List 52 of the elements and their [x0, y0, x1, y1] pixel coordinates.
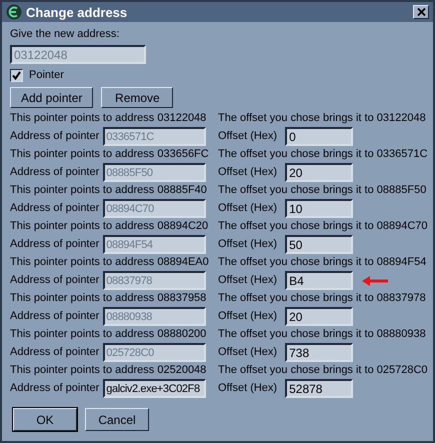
- offset-result-text: The offset you chose brings it to 08885F50: [218, 184, 426, 197]
- points-to-text: This pointer points to address 08880200: [10, 328, 208, 341]
- points-to-text: This pointer points to address 08894C20: [10, 220, 210, 233]
- offset-result-text: The offset you chose brings it to 03122048: [218, 112, 426, 125]
- dialog-button[interactable]: OK: [13, 408, 77, 431]
- field-label: Offset (Hex): [218, 382, 278, 395]
- toolbar-button[interactable]: Remove: [101, 87, 174, 108]
- field-label: Address of pointer: [10, 166, 100, 179]
- field-label: Address of pointer: [10, 346, 100, 359]
- points-to-text: This pointer points to address 08885F40: [10, 184, 208, 197]
- field-label: Address of pointer: [10, 202, 100, 215]
- field-label: Offset (Hex): [218, 202, 278, 215]
- offset-field[interactable]: B4: [285, 271, 354, 290]
- pointer-address-field[interactable]: galciv2.exe+3C02F8: [103, 379, 206, 398]
- points-to-text: This pointer points to address 02520048: [10, 364, 208, 377]
- offset-result-text: The offset you chose brings it to 0336571C: [218, 148, 428, 161]
- field-label: Offset (Hex): [218, 130, 278, 143]
- points-to-text: This pointer points to address 03122048: [10, 112, 208, 125]
- offset-result-text: The offset you chose brings it to 08894F54: [218, 256, 426, 269]
- offset-field[interactable]: 50: [285, 235, 354, 254]
- app-logo-icon: [6, 4, 22, 20]
- offset-result-text: The offset you chose brings it to 08837978: [218, 292, 426, 305]
- field-label: Address of pointer: [10, 382, 100, 395]
- offset-field[interactable]: 10: [285, 199, 354, 218]
- offset-field[interactable]: 20: [285, 307, 354, 326]
- window-title: Change address: [26, 4, 128, 20]
- offset-result-text: The offset you chose brings it to 08894C70: [218, 220, 428, 233]
- points-to-text: This pointer points to address 08837958: [10, 292, 208, 305]
- pointer-checkbox[interactable]: [10, 69, 23, 82]
- points-to-text: This pointer points to address 033656FC: [10, 148, 210, 161]
- field-label: Address of pointer: [10, 310, 100, 323]
- close-button[interactable]: [413, 5, 429, 19]
- field-label: Offset (Hex): [218, 166, 278, 179]
- checkbox-label: Pointer: [29, 69, 64, 82]
- field-label: Give the new address:: [10, 28, 120, 41]
- offset-field[interactable]: 0: [285, 127, 354, 146]
- field-label: Address of pointer: [10, 274, 100, 287]
- offset-result-text: The offset you chose brings it to 025728C0: [218, 364, 428, 377]
- field-label: Offset (Hex): [218, 274, 278, 287]
- field-label: Offset (Hex): [218, 238, 278, 251]
- offset-field[interactable]: 52878: [285, 379, 354, 398]
- field-label: Offset (Hex): [218, 346, 278, 359]
- close-icon: [416, 8, 426, 16]
- offset-field[interactable]: 738: [285, 343, 354, 362]
- field-label: Address of pointer: [10, 130, 100, 143]
- dialog-button[interactable]: Cancel: [85, 408, 149, 431]
- offset-field[interactable]: 20: [285, 163, 354, 182]
- points-to-text: This pointer points to address 08894EA0: [10, 256, 210, 269]
- offset-result-text: The offset you chose brings it to 08880938: [218, 328, 426, 341]
- field-label: Address of pointer: [10, 238, 100, 251]
- toolbar-button[interactable]: Add pointer: [10, 87, 94, 108]
- field-label: Offset (Hex): [218, 310, 278, 323]
